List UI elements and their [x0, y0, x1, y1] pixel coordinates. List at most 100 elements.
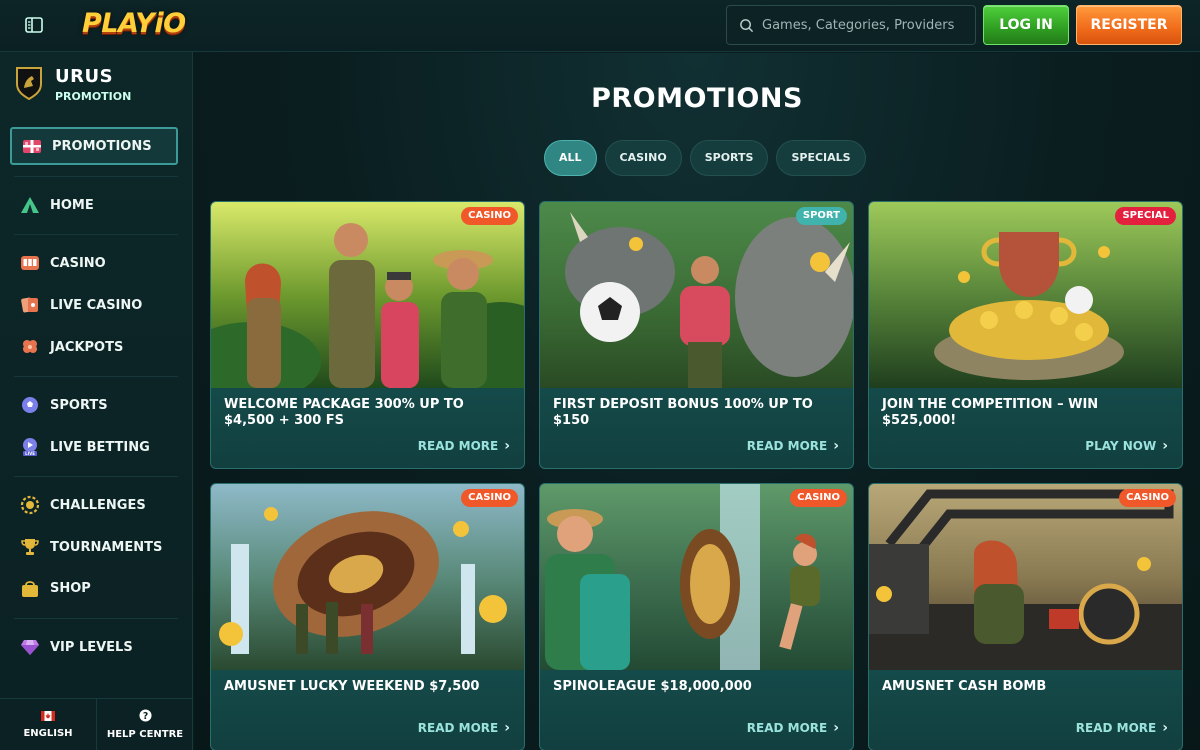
promo-card-lucky-weekend[interactable]: CASINO AMUSNET LUCKY WEEKEND $7,500 READ…: [210, 483, 525, 750]
read-more-link[interactable]: READ MORE ›: [1076, 720, 1168, 736]
promo-card-cash-bomb[interactable]: CASINO AMUSNET CASH BOMB READ MORE ›: [868, 483, 1183, 750]
promo-image-jungle-explorers: [211, 202, 524, 388]
cta-label: READ MORE: [746, 439, 828, 453]
register-button[interactable]: REGISTER: [1076, 5, 1182, 45]
sidebar-item-promotions[interactable]: PROMOTIONS: [10, 127, 178, 165]
sidebar-toggle-icon[interactable]: [24, 15, 44, 35]
promo-card-spinoleague[interactable]: CASINO SPINOLEAGUE $18,000,000 READ MORE…: [539, 483, 854, 750]
shopping-bag-icon: [20, 578, 40, 598]
sidebar-item-shop[interactable]: SHOP: [10, 569, 178, 607]
page-title: PROMOTIONS: [591, 83, 803, 114]
promo-title: JOIN THE COMPETITION – WIN $525,000!: [882, 397, 1099, 428]
sidebar-item-tournaments[interactable]: TOURNAMENTS: [10, 528, 178, 566]
lamborghini-shield-icon: [14, 66, 44, 104]
divider: [14, 476, 178, 477]
promo-title: WELCOME PACKAGE 300% UP TO $4,500 + 300 …: [224, 397, 464, 428]
chevron-right-icon: ›: [504, 438, 510, 454]
search-box[interactable]: [726, 5, 976, 45]
gift-icon: [22, 136, 42, 156]
read-more-link[interactable]: READ MORE ›: [418, 438, 510, 454]
promo-title: SPINOLEAGUE $18,000,000: [553, 679, 752, 694]
filter-specials[interactable]: SPECIALS: [776, 140, 866, 176]
promotion-filters: ALL CASINO SPORTS SPECIALS: [544, 140, 866, 176]
promo-title: AMUSNET CASH BOMB: [882, 679, 1047, 694]
sidebar: URUS PROMOTION PROMOTIONS HOME CASINO LI…: [0, 52, 193, 750]
cta-label: READ MORE: [746, 721, 828, 735]
brand-subtitle: PROMOTION: [55, 90, 132, 103]
brand-promo[interactable]: URUS PROMOTION: [14, 64, 184, 104]
clover-icon: [20, 337, 40, 357]
sidebar-item-label: LIVE BETTING: [50, 439, 150, 455]
sidebar-item-label: SPORTS: [50, 397, 108, 413]
medal-icon: [20, 495, 40, 515]
live-play-icon: LIVE: [20, 437, 40, 457]
slot-machine-icon: [20, 253, 40, 273]
chevron-right-icon: ›: [504, 720, 510, 736]
main-content: PROMOTIONS ALL CASINO SPORTS SPECIALS CA…: [194, 53, 1200, 750]
cta-label: READ MORE: [417, 721, 499, 735]
sidebar-item-jackpots[interactable]: JACKPOTS: [10, 328, 178, 366]
read-more-link[interactable]: READ MORE ›: [747, 720, 839, 736]
login-button[interactable]: LOG IN: [983, 5, 1069, 45]
chevron-right-icon: ›: [833, 720, 839, 736]
promo-image-jeep-driver: [869, 484, 1182, 670]
sidebar-item-casino[interactable]: CASINO: [10, 244, 178, 282]
help-centre-label: HELP CENTRE: [106, 729, 184, 740]
filter-casino[interactable]: CASINO: [604, 140, 682, 176]
sidebar-item-label: TOURNAMENTS: [50, 539, 163, 555]
sidebar-item-vip-levels[interactable]: VIP LEVELS: [10, 628, 178, 666]
svg-text:LIVE: LIVE: [25, 451, 35, 456]
promo-title: AMUSNET LUCKY WEEKEND $7,500: [224, 679, 480, 694]
promo-image-roulette-waterfall: [211, 484, 524, 670]
badge-casino: CASINO: [1119, 489, 1176, 507]
promo-image-trophy-gold: [869, 202, 1182, 388]
play-now-link[interactable]: PLAY NOW ›: [1085, 438, 1168, 454]
sidebar-item-challenges[interactable]: CHALLENGES: [10, 486, 178, 524]
site-logo[interactable]: PLAYiO: [82, 8, 186, 42]
filter-all[interactable]: ALL: [544, 140, 597, 176]
svg-text:?: ?: [142, 711, 147, 722]
language-label: ENGLISH: [23, 727, 73, 739]
badge-special: SPECIAL: [1115, 207, 1176, 225]
sidebar-item-label: CASINO: [50, 255, 106, 271]
cta-label: READ MORE: [1075, 721, 1157, 735]
search-icon: [740, 18, 754, 32]
badge-casino: CASINO: [461, 207, 518, 225]
sidebar-item-live-betting[interactable]: LIVE LIVE BETTING: [10, 428, 178, 466]
promo-card-first-deposit[interactable]: SPORT FIRST DEPOSIT BONUS 100% UP TO $15…: [539, 201, 854, 469]
badge-sport: SPORT: [795, 207, 847, 225]
sidebar-item-live-casino[interactable]: LIVE CASINO: [10, 286, 178, 324]
sidebar-item-label: SHOP: [50, 580, 91, 596]
cta-label: READ MORE: [417, 439, 499, 453]
read-more-link[interactable]: READ MORE ›: [418, 720, 510, 736]
diamond-icon: [20, 637, 40, 657]
promo-card-welcome-package[interactable]: CASINO WELCOME PACKAGE 300% UP TO $4,500…: [210, 201, 525, 469]
promo-image-rhinos-soccer: [540, 202, 853, 388]
promo-title: FIRST DEPOSIT BONUS 100% UP TO $150: [553, 397, 813, 428]
brand-title: URUS: [55, 66, 114, 87]
help-centre-button[interactable]: ? HELP CENTRE: [96, 699, 193, 750]
sidebar-item-home[interactable]: HOME: [10, 186, 178, 224]
read-more-link[interactable]: READ MORE ›: [747, 438, 839, 454]
divider: [14, 376, 178, 377]
sidebar-item-label: HOME: [50, 197, 94, 213]
soccer-ball-icon: [20, 395, 40, 415]
canada-flag-icon: [41, 710, 55, 724]
top-header: PLAYiO LOG IN REGISTER: [0, 0, 1200, 52]
chevron-right-icon: ›: [1162, 438, 1168, 454]
badge-casino: CASINO: [790, 489, 847, 507]
help-question-icon: ?: [138, 709, 152, 725]
sidebar-item-sports[interactable]: SPORTS: [10, 386, 178, 424]
badge-casino: CASINO: [461, 489, 518, 507]
promo-card-competition[interactable]: SPECIAL JOIN THE COMPETITION – WIN $525,…: [868, 201, 1183, 469]
divider: [14, 618, 178, 619]
cards-icon: [20, 295, 40, 315]
filter-sports[interactable]: SPORTS: [689, 140, 769, 176]
language-selector[interactable]: ENGLISH: [0, 699, 96, 750]
sidebar-item-label: VIP LEVELS: [50, 639, 133, 655]
sidebar-footer: ENGLISH ? HELP CENTRE: [0, 698, 193, 750]
trophy-icon: [20, 537, 40, 557]
sidebar-item-label: PROMOTIONS: [52, 138, 152, 154]
search-input[interactable]: [762, 17, 962, 33]
tent-icon: [20, 195, 40, 215]
